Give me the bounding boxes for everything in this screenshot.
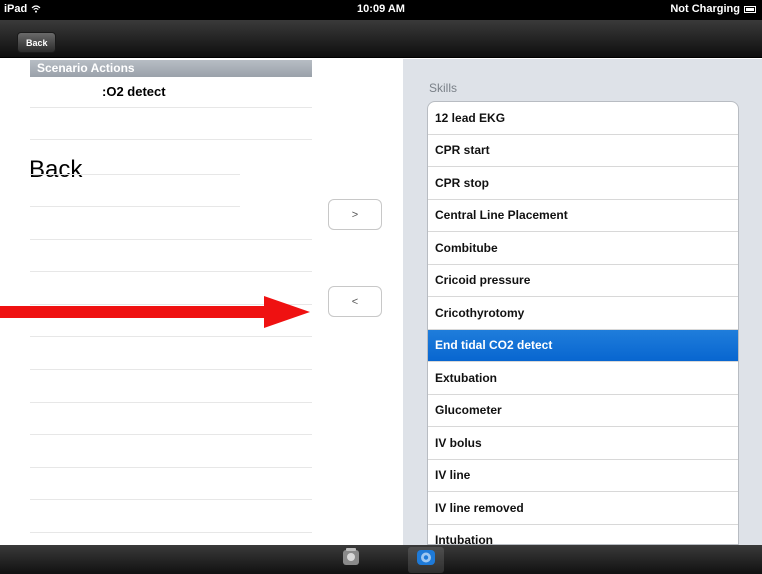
skill-item[interactable]: Intubation <box>428 525 738 544</box>
skill-item[interactable]: 12 lead EKG <box>428 102 738 135</box>
row-separator <box>30 107 312 108</box>
row-separator <box>30 467 312 468</box>
skill-item[interactable]: IV line <box>428 460 738 492</box>
back-annotation-label: Back <box>29 156 83 183</box>
skill-item[interactable]: Central Line Placement <box>428 200 738 232</box>
scenario-action-row[interactable]: :O2 detect <box>102 84 166 99</box>
skill-item-selected[interactable]: End tidal CO2 detect <box>428 329 738 362</box>
skill-item[interactable]: CPR start <box>428 135 738 167</box>
skills-list: 12 lead EKG CPR start CPR stop Central L… <box>427 101 739 545</box>
row-separator <box>30 174 240 175</box>
skills-icon <box>417 550 435 565</box>
row-separator <box>30 271 312 272</box>
row-separator <box>30 402 312 403</box>
skill-item[interactable]: Cricoid pressure <box>428 265 738 297</box>
navigation-bar <box>0 20 762 58</box>
skill-item[interactable]: Combitube <box>428 232 738 265</box>
row-separator <box>30 499 312 500</box>
skill-item[interactable]: Cricothyrotomy <box>428 297 738 330</box>
add-skill-button[interactable]: > <box>328 199 382 230</box>
status-bar: iPad 10:09 AM Not Charging <box>0 0 762 20</box>
skill-item[interactable]: IV line removed <box>428 492 738 525</box>
remove-skill-button[interactable]: < <box>328 286 382 317</box>
tab-skills[interactable] <box>408 547 444 573</box>
tab-bar <box>0 545 762 574</box>
scenario-icon <box>343 548 359 565</box>
annotation-arrow-icon <box>0 296 310 328</box>
clock: 10:09 AM <box>357 3 405 15</box>
row-separator <box>30 206 240 207</box>
skill-item[interactable]: IV bolus <box>428 427 738 460</box>
skill-item[interactable]: Glucometer <box>428 395 738 427</box>
row-separator <box>30 532 312 533</box>
row-separator <box>30 336 312 337</box>
charging-status: Not Charging <box>670 3 740 15</box>
skills-pane: Skills 12 lead EKG CPR start CPR stop Ce… <box>403 59 762 545</box>
row-separator <box>30 239 312 240</box>
row-separator <box>30 139 312 140</box>
skill-item[interactable]: CPR stop <box>428 167 738 200</box>
tab-scenario[interactable] <box>333 547 369 573</box>
row-separator <box>30 369 312 370</box>
scenario-actions-header: Scenario Actions <box>30 60 312 77</box>
back-button[interactable]: Back <box>17 32 56 53</box>
row-separator <box>30 434 312 435</box>
skill-item[interactable]: Extubation <box>428 362 738 395</box>
battery-icon <box>744 5 756 13</box>
skills-title: Skills <box>429 81 458 95</box>
